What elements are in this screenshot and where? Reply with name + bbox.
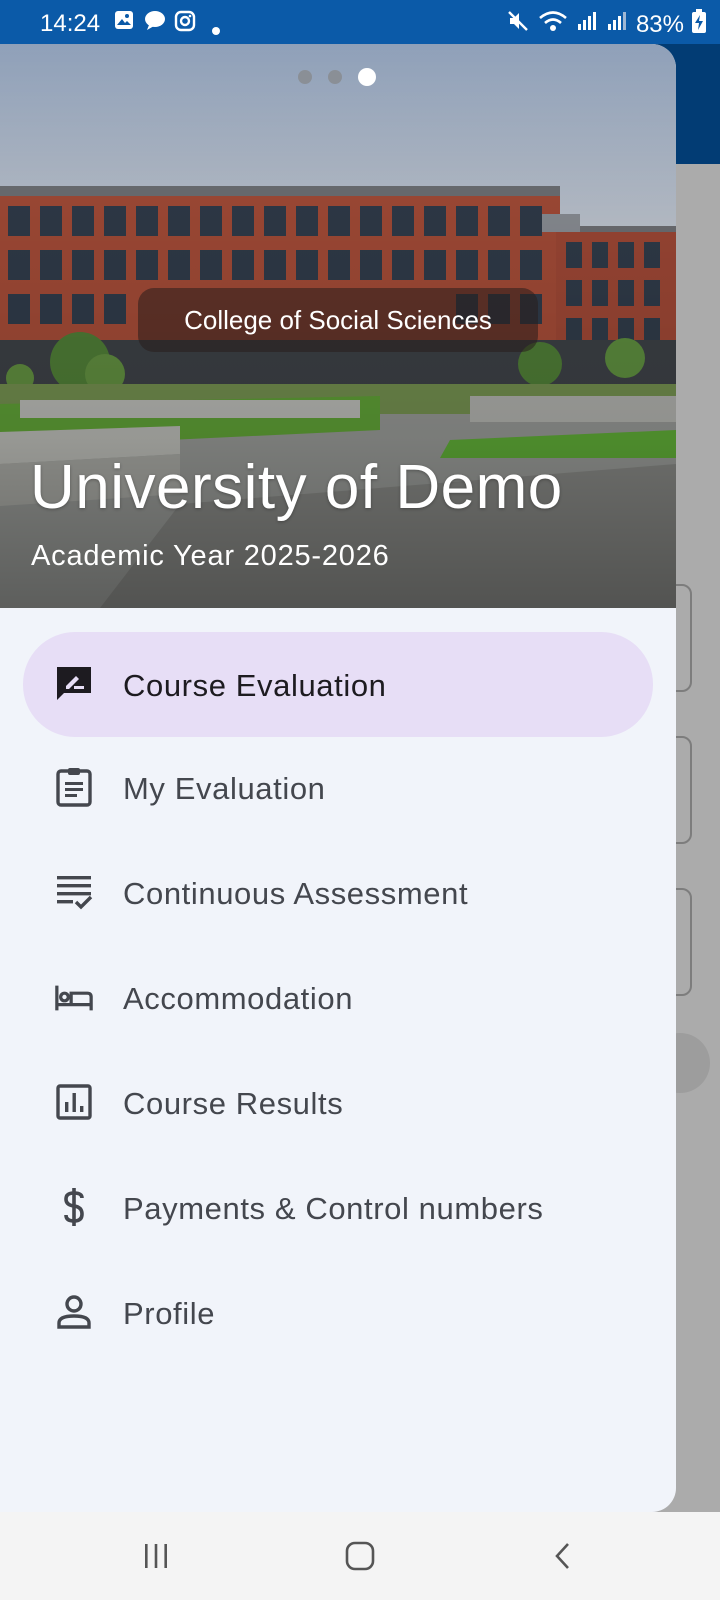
person-icon bbox=[54, 1292, 94, 1332]
back-icon[interactable] bbox=[544, 1536, 584, 1576]
navigation-drawer: College of Social Sciences University of… bbox=[0, 44, 676, 1512]
signal-icon bbox=[606, 10, 628, 39]
menu-item-continuous-assessment[interactable]: Continuous Assessment bbox=[0, 840, 676, 945]
signal-icon bbox=[576, 10, 598, 39]
menu-item-label: Course Evaluation bbox=[123, 668, 387, 703]
carousel-indicator[interactable] bbox=[298, 68, 376, 86]
system-nav-bar bbox=[0, 1512, 720, 1600]
checklist-icon bbox=[54, 872, 94, 912]
carousel-dot[interactable] bbox=[298, 70, 312, 84]
bed-icon bbox=[54, 977, 94, 1017]
menu-item-label: Payments & Control numbers bbox=[123, 1191, 544, 1226]
status-bar: 14:24 83% bbox=[0, 0, 720, 44]
chat-bubble-icon bbox=[144, 10, 166, 36]
menu-item-course-results[interactable]: Course Results bbox=[0, 1050, 676, 1155]
menu-item-label: Accommodation bbox=[123, 981, 354, 1016]
status-time: 14:24 bbox=[40, 10, 101, 37]
menu-item-payments[interactable]: Payments & Control numbers bbox=[0, 1155, 676, 1260]
rate-review-icon bbox=[54, 664, 94, 704]
drawer-menu: Course Evaluation My Evaluation Continuo… bbox=[0, 632, 676, 1365]
mute-icon bbox=[506, 9, 530, 40]
drawer-header: College of Social Sciences University of… bbox=[0, 44, 676, 608]
home-icon[interactable] bbox=[340, 1536, 380, 1576]
carousel-dot[interactable] bbox=[328, 70, 342, 84]
dollar-icon bbox=[54, 1187, 94, 1227]
menu-item-my-evaluation[interactable]: My Evaluation bbox=[0, 735, 676, 840]
menu-item-accommodation[interactable]: Accommodation bbox=[0, 945, 676, 1050]
menu-item-course-evaluation[interactable]: Course Evaluation bbox=[0, 632, 676, 737]
university-title: University of Demo bbox=[30, 453, 563, 522]
dot-icon bbox=[212, 18, 220, 41]
recent-apps-icon[interactable] bbox=[136, 1536, 176, 1576]
battery-text: 83% bbox=[635, 10, 684, 38]
menu-item-label: Continuous Assessment bbox=[123, 876, 469, 911]
wifi-icon bbox=[538, 9, 568, 40]
clipboard-icon bbox=[54, 767, 94, 807]
gallery-icon bbox=[114, 10, 134, 36]
bar-chart-icon bbox=[54, 1082, 94, 1122]
college-label: College of Social Sciences bbox=[138, 288, 538, 352]
menu-item-label: Course Results bbox=[123, 1086, 344, 1121]
battery-charging-icon bbox=[692, 9, 706, 40]
menu-item-profile[interactable]: Profile bbox=[0, 1260, 676, 1365]
menu-item-label: Profile bbox=[123, 1296, 216, 1331]
instagram-icon bbox=[174, 10, 196, 38]
menu-item-label: My Evaluation bbox=[123, 771, 326, 806]
carousel-dot-active[interactable] bbox=[358, 68, 376, 86]
academic-year: Academic Year 2025-2026 bbox=[31, 540, 390, 572]
